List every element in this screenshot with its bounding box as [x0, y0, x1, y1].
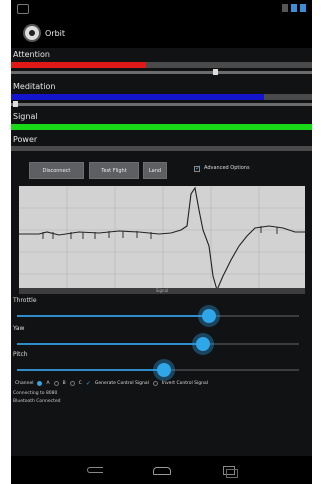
channel-b-radio[interactable]: [53, 381, 59, 386]
channel-c-radio[interactable]: [69, 381, 75, 386]
pitch-slider-thumb[interactable]: [156, 363, 171, 377]
back-icon[interactable]: [87, 467, 103, 473]
yaw-label: Yaw: [13, 325, 25, 332]
wifi-icon: [291, 4, 297, 12]
recent-apps-icon[interactable]: [223, 466, 238, 478]
invert-signal-label: Invert Control Signal: [161, 381, 209, 386]
channel-options-row: Channel A B C ✓ Generate Control Signal …: [15, 380, 208, 387]
throttle-label: Throttle: [13, 297, 37, 304]
meditation-label: Meditation: [13, 82, 56, 91]
status-bar: [11, 0, 312, 18]
disconnect-button[interactable]: Disconnect: [29, 162, 84, 179]
signal-chart-svg: [19, 186, 305, 294]
status-line-2: Bluetooth Connected: [13, 399, 61, 404]
home-icon[interactable]: [153, 467, 171, 475]
power-label: Power: [13, 135, 38, 144]
land-button[interactable]: Land: [143, 162, 167, 179]
throttle-slider-fill: [17, 315, 209, 317]
signal-meter-fill: [11, 124, 312, 130]
navigation-bar: [11, 456, 312, 484]
chart-footer: Signal: [19, 288, 305, 294]
attention-label: Attention: [13, 50, 50, 59]
throttle-slider-thumb[interactable]: [201, 309, 216, 323]
invert-signal-checkbox[interactable]: [152, 381, 158, 386]
signal-label: Signal: [13, 112, 38, 121]
status-icons: [282, 4, 306, 12]
generate-signal-label: Generate Control Signal: [94, 381, 149, 386]
advanced-options-checkbox[interactable]: [194, 164, 201, 172]
phone-screen: Orbit Attention Meditation Signal Power …: [11, 0, 312, 484]
pitch-slider[interactable]: [17, 363, 299, 377]
meditation-threshold-track: [11, 103, 312, 106]
attention-threshold-handle[interactable]: [213, 69, 218, 75]
meditation-threshold-handle[interactable]: [13, 101, 18, 107]
chart-grid: [19, 186, 305, 294]
channel-c-label: C: [78, 381, 82, 386]
attention-meter-fill: [11, 62, 147, 68]
channel-a-radio[interactable]: [37, 381, 43, 386]
signal-meter: [11, 124, 312, 130]
test-flight-button[interactable]: Test Flight: [89, 162, 139, 179]
yaw-slider[interactable]: [17, 337, 299, 351]
channel-b-label: B: [62, 381, 66, 386]
app-logo-icon[interactable]: [23, 24, 41, 42]
signal-waveform: [19, 186, 305, 292]
pitch-label: Pitch: [13, 351, 28, 358]
signal-chart: [19, 186, 305, 294]
action-bar: Orbit: [11, 18, 312, 48]
advanced-options-label: Advanced Options: [204, 165, 250, 171]
yaw-slider-fill: [17, 343, 204, 345]
meditation-meter-fill: [11, 94, 264, 100]
channel-a-label: A: [46, 381, 50, 386]
yaw-slider-thumb[interactable]: [196, 337, 211, 351]
app-title: Orbit: [45, 28, 66, 38]
meditation-meter: [11, 94, 312, 100]
battery-icon: [300, 4, 306, 12]
pitch-slider-fill: [17, 369, 164, 371]
attention-meter: [11, 62, 312, 68]
generate-signal-checkbox[interactable]: ✓: [86, 380, 91, 387]
channel-label: Channel: [15, 381, 34, 386]
notification-icon: [17, 4, 29, 14]
signal-icon: [282, 4, 288, 12]
throttle-slider[interactable]: [17, 309, 299, 323]
attention-threshold-track: [11, 71, 312, 74]
status-line-1: Connecting to 8080: [13, 391, 58, 396]
power-meter: [11, 146, 312, 151]
